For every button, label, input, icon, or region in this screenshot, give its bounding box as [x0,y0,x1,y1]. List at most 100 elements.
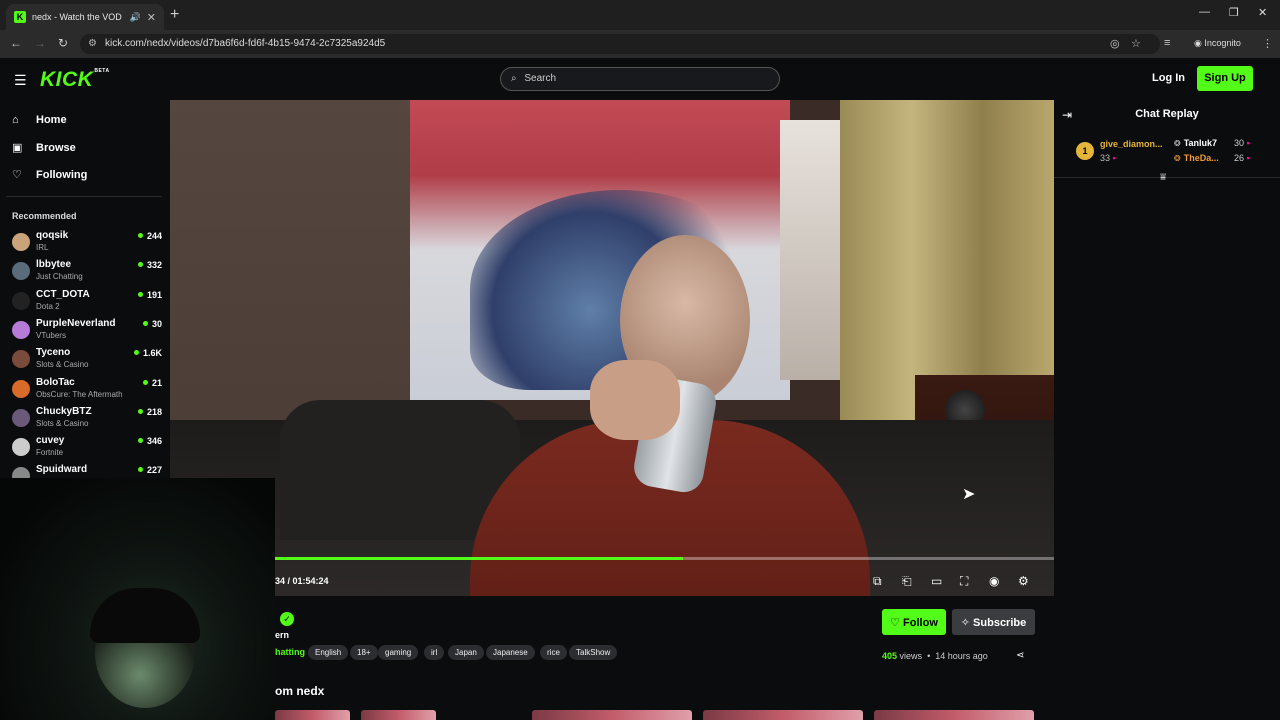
new-tab-button[interactable]: + [170,6,179,24]
tag-chip[interactable]: Japan [448,645,484,660]
url-field[interactable]: ⚙ kick.com/nedx/videos/d7ba6f6d-fd6f-4b1… [80,34,1160,54]
minimize-icon[interactable]: — [1199,6,1210,18]
recommended-channel[interactable]: cuvey Fortnite 346 [12,435,162,463]
incognito-badge[interactable]: ◉ Incognito [1194,38,1241,49]
eye-off-icon[interactable]: ◎ [1110,37,1120,50]
gifter-name[interactable]: ❂ TheDa... [1174,153,1219,163]
tag-chip[interactable]: TalkShow [569,645,618,660]
miniplayer-icon[interactable]: ⧉ [873,574,882,589]
viewer-count: 332 [137,260,162,270]
channel-name: lbbytee [36,259,72,271]
live-dot-icon [137,408,143,414]
video-progress-bar[interactable] [170,557,1054,560]
viewer-count: 244 [137,231,162,241]
recommended-channel[interactable]: qoqsik IRL 244 [12,230,162,258]
bookmark-star-icon[interactable]: ☆ [1131,37,1141,50]
sidebar-item-browse[interactable]: ▣ Browse [12,141,76,155]
live-dot-icon [137,438,143,444]
gift-icon: ❂ [1174,139,1181,148]
channel-category: Slots & Casino [36,360,89,370]
expand-gifters-icon[interactable]: ⩸ [1160,172,1166,183]
live-dot-icon [137,262,143,268]
top-gifter-name[interactable]: give_diamon... [1100,139,1163,149]
channel-category: VTubers [36,330,66,340]
theater-mode-icon[interactable]: ▭ [931,574,942,588]
home-icon: ⌂ [12,114,19,126]
viewer-count: 191 [137,290,162,300]
tag-chip[interactable]: irl [424,645,445,660]
gift-icon: ▪ [1112,153,1116,163]
channel-category: IRL [36,243,49,252]
settings-gear-icon[interactable]: ⚙ [1018,574,1029,588]
tag-chip[interactable]: Japanese [486,645,535,660]
tab-title: nedx - Watch the VOD on [32,12,124,22]
video-thumbnail[interactable] [275,710,350,720]
top-gifter-count: 33 ▪ [1100,153,1116,163]
clip-icon[interactable]: ⎗ [902,574,912,589]
tag-chip[interactable]: 18+ [350,645,378,660]
browser-menu-icon[interactable]: ⋮ [1262,37,1273,50]
search-input[interactable]: ⌕ Search [500,67,780,91]
recommended-channel[interactable]: PurpleNeverland VTubers 30 [12,318,162,346]
maximize-icon[interactable]: ❐ [1229,6,1239,19]
site-info-icon[interactable]: ⚙ [88,38,97,49]
tag-chip[interactable]: rice [540,645,567,660]
forward-icon[interactable]: → [34,36,46,50]
viewer-count: 1.6K [133,348,162,358]
category-link[interactable]: hatting [275,647,305,657]
channel-name: BoloTac [36,376,75,388]
recommended-channel[interactable]: lbbytee Just Chatting 332 [12,259,162,287]
video-thumbnail[interactable] [361,710,436,720]
video-thumbnail[interactable] [703,710,863,720]
viewer-count: 227 [137,465,162,475]
video-thumbnail[interactable] [874,710,1034,720]
channel-category: Fortnite [36,448,64,458]
live-dot-icon [142,379,148,385]
close-window-icon[interactable]: ✕ [1258,6,1267,19]
fullscreen-icon[interactable]: ⛶ [960,574,968,589]
avatar [12,262,30,281]
share-icon[interactable]: ⋖ [1016,650,1024,661]
recommended-channel[interactable]: Tyceno Slots & Casino 1.6K [12,347,162,375]
kick-logo[interactable]: KICKBETA [40,68,110,92]
avatar [12,438,30,457]
viewer-count: 30 [142,319,162,329]
tag-chip[interactable]: gaming [378,645,419,660]
media-control-icon[interactable]: ≡ [1164,37,1170,49]
recommended-channel[interactable]: CCT_DOTA Dota 2 191 [12,289,162,317]
close-tab-icon[interactable]: ✕ [147,11,156,24]
back-icon[interactable]: ← [10,36,22,50]
tag-chip[interactable]: English [308,645,349,660]
gifter-count: 26 ▪ [1234,153,1250,163]
avatar [12,408,30,427]
video-player[interactable]: ➤ 34 / 01:54:24 ⧉ ⎗ ▭ ⛶ ◉ ⚙ [170,100,1054,596]
channel-category: Slots & Casino [36,418,89,428]
recommended-channel[interactable]: ChuckyBTZ Slots & Casino 218 [12,406,162,434]
browser-tab[interactable]: K nedx - Watch the VOD on 🔊 ✕ [6,4,164,30]
playback-speed-icon[interactable]: ◉ [989,574,999,588]
avatar [12,291,30,310]
gifter-name[interactable]: ❂ Tanluk7 [1174,138,1217,148]
recommended-channel[interactable]: BoloTac ObsCure: The Aftermath 21 [12,377,162,405]
browser-tab-bar: K nedx - Watch the VOD on 🔊 ✕ + — ❐ ✕ [0,0,1280,30]
viewer-count: 218 [137,407,162,417]
channel-name: PurpleNeverland [36,317,116,329]
webcam-overlay [0,478,275,720]
reload-icon[interactable]: ↻ [58,36,68,50]
video-thumbnail[interactable] [532,710,692,720]
gift-icon: ❂ [1174,154,1181,163]
live-dot-icon [137,233,143,238]
signup-button[interactable]: Sign Up [1197,66,1253,91]
sidebar-item-following[interactable]: ♡ Following [12,168,87,182]
speaker-icon[interactable]: 🔊 [130,12,141,23]
chat-divider [1054,177,1280,178]
subscribe-button[interactable]: ✧ Subscribe [952,609,1035,635]
viewer-count: 21 [142,378,162,388]
menu-icon[interactable]: ☰ [14,72,27,89]
sidebar-item-home[interactable]: ⌂ Home [12,114,67,126]
live-dot-icon [142,320,148,326]
channel-name: ChuckyBTZ [36,405,92,417]
login-button[interactable]: Log In [1152,72,1185,84]
avatar [12,350,30,369]
follow-button[interactable]: ♡ Follow [882,609,946,635]
